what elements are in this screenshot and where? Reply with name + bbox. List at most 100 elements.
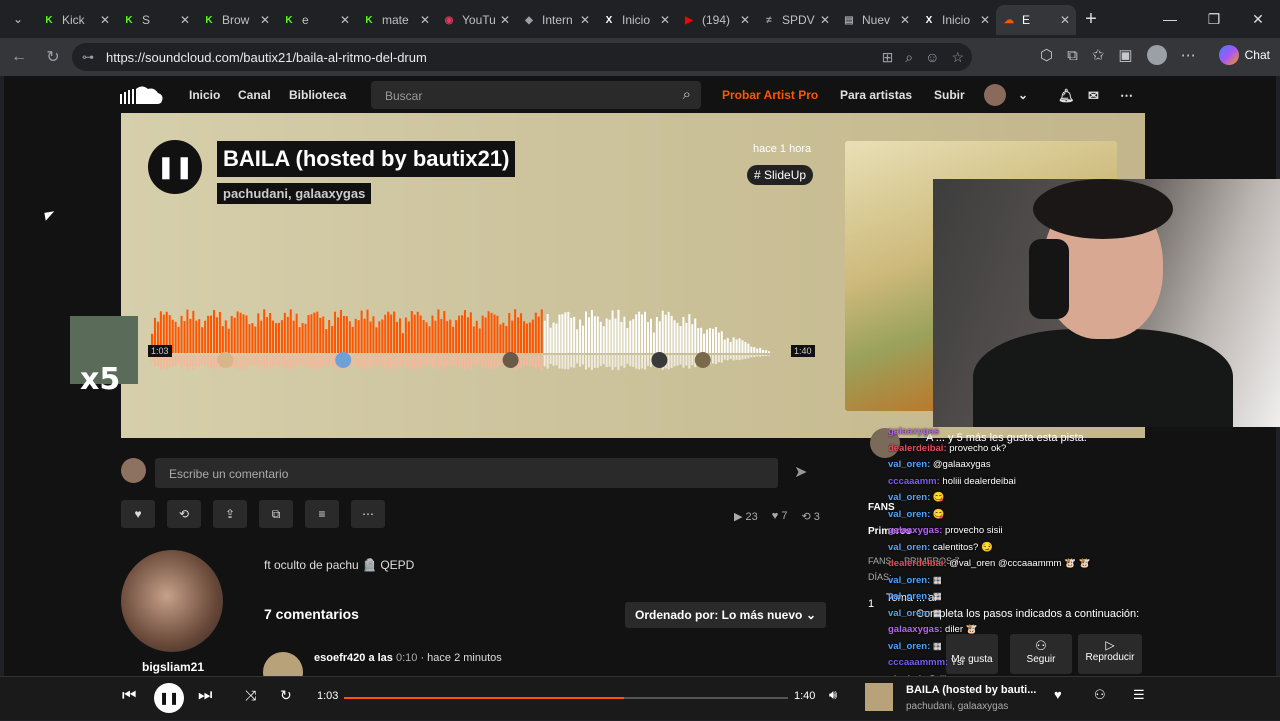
repeat-icon[interactable]: ↻	[280, 687, 292, 704]
waveform-comment-avatar[interactable]	[503, 352, 519, 368]
browser-tab[interactable]: ≠SPDV✕	[756, 5, 836, 35]
profile-icon[interactable]	[1147, 45, 1167, 65]
notifications-icon[interactable]: 🔔︎	[1058, 88, 1075, 104]
extension-icon[interactable]: ☺	[925, 49, 939, 66]
artist-pro-link[interactable]: Probar Artist Pro	[722, 88, 818, 102]
browser-tab[interactable]: Ke✕	[276, 5, 356, 35]
waveform-comment-avatar[interactable]	[335, 352, 351, 368]
tab-close-icon[interactable]: ✕	[100, 13, 110, 27]
liker-avatar[interactable]	[870, 428, 900, 458]
reload-button[interactable]: ↻	[36, 47, 70, 67]
previous-track-icon[interactable]: ⏮	[122, 687, 136, 705]
search-icon[interactable]: ⌕	[683, 86, 691, 103]
more-icon[interactable]: ⋯	[1120, 88, 1133, 104]
para-artistas-link[interactable]: Para artistas	[840, 88, 912, 102]
browser-tab[interactable]: XInicio✕	[916, 5, 996, 35]
waveform-comment-avatar[interactable]	[217, 352, 233, 368]
player-follow-icon[interactable]: ⚇	[1094, 687, 1106, 703]
tab-close-icon[interactable]: ✕	[260, 13, 270, 27]
soundcloud-logo-icon[interactable]	[120, 84, 164, 106]
waveform-comment-avatar[interactable]	[651, 352, 667, 368]
browser-tab[interactable]: ▶(194)✕	[676, 5, 756, 35]
favorites-icon[interactable]: ✩	[1092, 46, 1105, 64]
browser-tab[interactable]: ◉YouTu✕	[436, 5, 516, 35]
maximize-button[interactable]: ❐	[1192, 0, 1236, 38]
tab-close-icon[interactable]: ✕	[1060, 13, 1070, 27]
uploader-name[interactable]: bigsliam21	[142, 660, 204, 674]
reposts-count[interactable]: ⟲ 3	[801, 510, 819, 523]
browser-tab[interactable]: KBrow✕	[196, 5, 276, 35]
collections-icon[interactable]: ▣	[1118, 46, 1132, 64]
reproducir-button[interactable]: ▷Reproducir	[1078, 634, 1142, 674]
player-track-artist[interactable]: pachudani, galaaxygas	[906, 701, 1008, 712]
tab-close-icon[interactable]: ✕	[740, 13, 750, 27]
browser-tab[interactable]: KS✕	[116, 5, 196, 35]
waveform[interactable]	[151, 293, 811, 383]
subir-link[interactable]: Subir	[934, 88, 965, 102]
more-actions-button[interactable]: ⋯	[351, 500, 385, 528]
search-input[interactable]: Buscar ⌕	[371, 81, 701, 109]
player-progress-bar[interactable]	[344, 697, 788, 699]
back-button[interactable]: ←	[2, 48, 36, 66]
browser-tab[interactable]: ◆Intern✕	[516, 5, 596, 35]
queue-icon[interactable]: ☰	[1133, 687, 1145, 703]
minimize-button[interactable]: —	[1148, 0, 1192, 38]
nav-biblioteca[interactable]: Biblioteca	[289, 88, 346, 102]
tab-close-icon[interactable]: ✕	[820, 13, 830, 27]
genre-tag[interactable]: # SlideUp	[747, 165, 813, 185]
share-button[interactable]: ⇪	[213, 500, 247, 528]
seguir-button[interactable]: ⚇Seguir	[1010, 634, 1072, 674]
sort-comments-dropdown[interactable]: Ordenado por: Lo más nuevo ⌄	[625, 602, 826, 628]
send-comment-icon[interactable]: ➤	[794, 462, 807, 482]
repost-button[interactable]: ⟲	[167, 500, 201, 528]
tab-close-icon[interactable]: ✕	[980, 13, 990, 27]
tab-close-icon[interactable]: ✕	[900, 13, 910, 27]
waveform-comment-avatar[interactable]	[695, 352, 711, 368]
next-track-icon[interactable]: ⏭	[198, 687, 212, 705]
comment-input[interactable]: Escribe un comentario	[155, 458, 778, 488]
browser-tab[interactable]: Kmate✕	[356, 5, 436, 35]
close-window-button[interactable]: ✕	[1236, 0, 1280, 38]
split-screen-icon[interactable]: ⧉	[1067, 47, 1078, 64]
copy-link-button[interactable]: ⧉	[259, 500, 293, 528]
site-info-icon[interactable]: ⊶	[82, 50, 94, 64]
new-tab-button[interactable]: +	[1076, 8, 1106, 31]
browser-extensions-icon[interactable]: ⬡	[1040, 46, 1053, 64]
player-like-icon[interactable]: ♥	[1054, 687, 1062, 702]
user-avatar[interactable]	[984, 84, 1006, 106]
chevron-down-icon[interactable]: ⌄	[1018, 88, 1028, 102]
tab-close-icon[interactable]: ✕	[580, 13, 590, 27]
browser-tab[interactable]: XInicio✕	[596, 5, 676, 35]
player-artwork[interactable]	[865, 683, 893, 711]
player-pause-button[interactable]: ❚❚	[154, 683, 184, 713]
more-options-icon[interactable]: ⋯	[1181, 46, 1196, 64]
url-bar[interactable]: ⊶ https://soundcloud.com/bautix21/baila-…	[72, 43, 972, 71]
like-button[interactable]: ♥	[121, 500, 155, 528]
browser-tab[interactable]: ▤Nuev✕	[836, 5, 916, 35]
messages-icon[interactable]: ✉	[1088, 88, 1099, 104]
likes-count[interactable]: ♥ 7	[772, 510, 788, 523]
comment-avatar[interactable]	[263, 652, 303, 676]
me-gusta-button[interactable]: Me gusta	[946, 634, 998, 674]
tab-close-icon[interactable]: ✕	[660, 13, 670, 27]
add-to-next-up-button[interactable]: ≡	[305, 500, 339, 528]
browser-tab[interactable]: ☁E✕	[996, 5, 1076, 35]
tab-close-icon[interactable]: ✕	[340, 13, 350, 27]
tab-close-icon[interactable]: ✕	[420, 13, 430, 27]
zoom-icon[interactable]: ⌕	[905, 49, 913, 66]
browser-tab[interactable]: KKick✕	[36, 5, 116, 35]
copilot-chat-button[interactable]: Chat	[1219, 45, 1270, 65]
volume-icon[interactable]: 🔊︎	[829, 687, 837, 703]
tab-search-menu[interactable]: ⌄	[0, 0, 36, 38]
shuffle-icon[interactable]: ⤨	[245, 687, 256, 704]
favorite-star-icon[interactable]: ☆	[951, 49, 964, 66]
pause-button[interactable]: ❚❚	[148, 140, 202, 194]
player-track-title[interactable]: BAILA (hosted by bauti...	[906, 684, 1036, 696]
apps-icon[interactable]: ⊞	[882, 49, 894, 66]
tab-close-icon[interactable]: ✕	[180, 13, 190, 27]
tab-close-icon[interactable]: ✕	[500, 13, 510, 27]
track-artists[interactable]: pachudani, galaaxygas	[217, 183, 371, 204]
nav-inicio[interactable]: Inicio	[189, 88, 220, 102]
nav-canal[interactable]: Canal	[238, 88, 271, 102]
uploader-avatar[interactable]	[121, 550, 223, 652]
